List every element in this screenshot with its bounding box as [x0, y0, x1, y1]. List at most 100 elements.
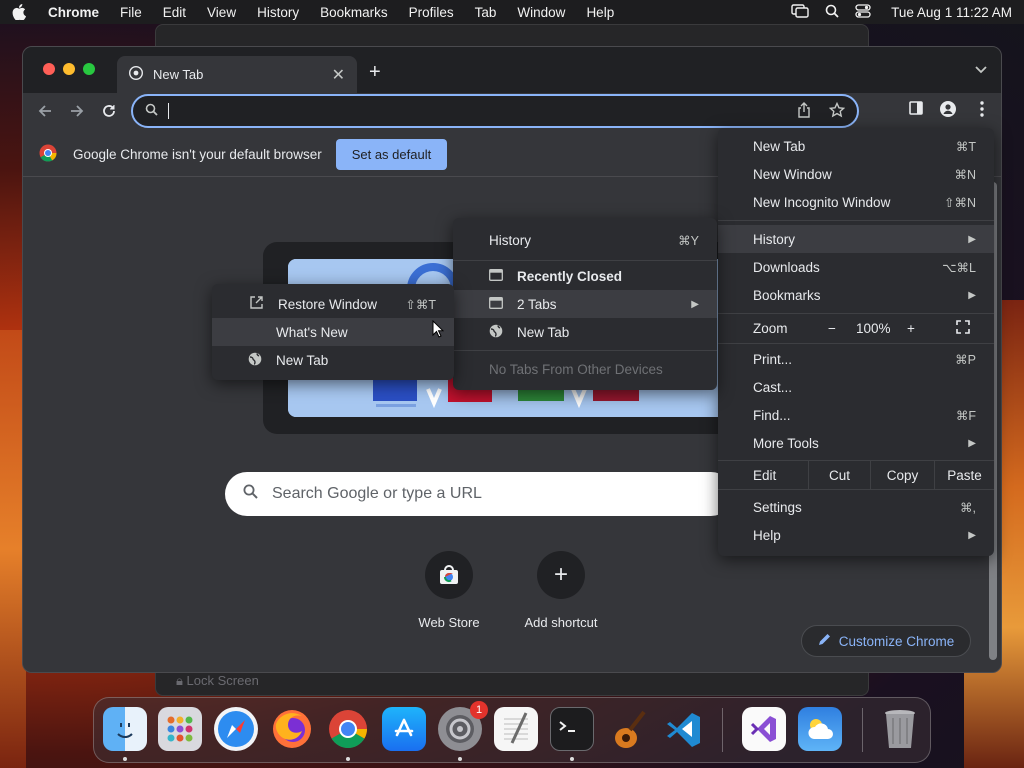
submenu-item-new-tab[interactable]: New Tab — [453, 318, 717, 346]
menu-view[interactable]: View — [207, 5, 236, 20]
submenu-arrow-icon: ▶ — [968, 529, 976, 541]
trash-icon[interactable] — [878, 707, 922, 751]
garageband-icon[interactable] — [606, 707, 650, 751]
menu-window[interactable]: Window — [517, 5, 565, 20]
weather-icon[interactable] — [798, 707, 842, 751]
menu-item-history[interactable]: History ▶ — [718, 225, 994, 253]
bookmark-star-icon[interactable] — [828, 101, 846, 121]
fullscreen-icon[interactable] — [956, 319, 970, 337]
profile-avatar-icon[interactable] — [940, 101, 956, 117]
tab-new-tab[interactable]: New Tab ✕ — [117, 56, 357, 93]
launchpad-icon[interactable] — [158, 707, 202, 751]
submenu-arrow-icon: ▶ — [691, 298, 699, 310]
shortcut-web-store[interactable]: Web Store — [399, 551, 499, 630]
menu-file[interactable]: File — [120, 5, 142, 20]
macos-menu-bar: Chrome File Edit View History Bookmarks … — [0, 0, 1024, 24]
menu-item-cast[interactable]: Cast... — [718, 373, 994, 401]
app-store-icon[interactable] — [382, 707, 426, 751]
zoom-in-button[interactable]: + — [907, 321, 915, 336]
chrome-logo-icon — [39, 144, 57, 165]
menu-edit[interactable]: Edit — [163, 5, 186, 20]
submenu-item-2-tabs[interactable]: 2 Tabs ▶ — [453, 290, 717, 318]
globe-icon — [489, 324, 503, 341]
paste-button[interactable]: Paste — [934, 461, 994, 489]
menu-separator — [453, 350, 717, 351]
spotlight-icon[interactable] — [825, 4, 839, 21]
screen-mirroring-icon[interactable] — [791, 3, 809, 21]
menu-tab[interactable]: Tab — [475, 5, 497, 20]
back-arrow-icon[interactable] — [37, 103, 53, 124]
menu-item-print[interactable]: Print... ⌘P — [718, 345, 994, 373]
menu-separator — [718, 489, 994, 490]
new-tab-plus-icon[interactable]: + — [369, 61, 381, 84]
close-window-button[interactable] — [43, 63, 55, 75]
menu-item-new-tab[interactable]: New Tab ⌘T — [718, 132, 994, 160]
zoom-window-button[interactable] — [83, 63, 95, 75]
open-in-new-icon — [250, 296, 263, 312]
ntp-search-placeholder: Search Google or type a URL — [272, 485, 482, 502]
set-as-default-button[interactable]: Set as default — [335, 139, 448, 170]
chrome-icon[interactable] — [326, 707, 370, 751]
window-controls — [43, 63, 95, 75]
address-bar[interactable] — [131, 94, 859, 128]
visual-studio-icon[interactable] — [742, 707, 786, 751]
zoom-out-button[interactable]: − — [828, 321, 836, 336]
menu-app-chrome[interactable]: Chrome — [48, 5, 99, 20]
menu-item-find[interactable]: Find... ⌘F — [718, 401, 994, 429]
menu-bookmarks[interactable]: Bookmarks — [320, 5, 388, 20]
close-tab-icon[interactable]: ✕ — [332, 65, 345, 85]
dock-divider — [722, 708, 723, 752]
finder-icon[interactable] — [103, 707, 147, 751]
apple-icon[interactable] — [12, 4, 30, 20]
menu-help[interactable]: Help — [586, 5, 614, 20]
forward-arrow-icon[interactable] — [69, 103, 85, 124]
submenu-arrow-icon: ▶ — [968, 289, 976, 301]
lock-screen-label: 🔒︎ Lock Screen — [176, 673, 259, 688]
menu-item-downloads[interactable]: Downloads ⌥⌘L — [718, 253, 994, 281]
recently-closed-heading: Recently Closed — [453, 262, 717, 290]
customize-chrome-button[interactable]: Customize Chrome — [801, 625, 971, 657]
terminal-icon[interactable] — [550, 707, 594, 751]
dock-divider — [862, 708, 863, 752]
menu-separator — [718, 343, 994, 344]
minimize-window-button[interactable] — [63, 63, 75, 75]
tab-search-chevron-icon[interactable] — [975, 62, 987, 77]
zoom-level: 100% — [856, 320, 891, 336]
submenu-item-new-tab[interactable]: New Tab — [212, 346, 454, 374]
more-vertical-icon[interactable] — [974, 101, 990, 117]
safari-icon[interactable] — [214, 707, 258, 751]
system-settings-icon[interactable]: 1 — [438, 701, 488, 751]
firefox-icon[interactable] — [270, 707, 314, 751]
copy-button[interactable]: Copy — [870, 461, 934, 489]
mouse-cursor-icon — [432, 319, 445, 341]
menu-item-new-window[interactable]: New Window ⌘N — [718, 160, 994, 188]
window-icon — [489, 296, 503, 312]
control-center-icon[interactable] — [855, 3, 871, 21]
tab-title: New Tab — [153, 67, 204, 82]
share-icon[interactable] — [797, 101, 811, 121]
submenu-item-whats-new[interactable]: What's New — [212, 318, 454, 346]
no-tabs-from-other-devices: No Tabs From Other Devices — [489, 361, 663, 377]
menu-item-help[interactable]: Help ▶ — [718, 521, 994, 549]
running-indicator — [346, 757, 350, 761]
notification-badge: 1 — [470, 701, 488, 719]
reload-icon[interactable] — [101, 103, 117, 124]
menu-profiles[interactable]: Profiles — [409, 5, 454, 20]
menu-bar-clock[interactable]: Tue Aug 1 11:22 AM — [891, 5, 1012, 20]
vscode-icon[interactable] — [662, 707, 706, 751]
textedit-icon[interactable] — [494, 707, 538, 751]
search-icon — [243, 484, 258, 504]
submenu-item-restore-window[interactable]: Restore Window ⇧⌘T — [212, 290, 454, 318]
chrome-favicon-icon — [128, 65, 144, 83]
menu-item-more-tools[interactable]: More Tools ▶ — [718, 429, 994, 457]
submenu-item-history[interactable]: History ⌘Y — [453, 226, 717, 254]
menu-history[interactable]: History — [257, 5, 299, 20]
cut-button[interactable]: Cut — [808, 461, 870, 489]
menu-item-settings[interactable]: Settings ⌘, — [718, 493, 994, 521]
ntp-search-box[interactable]: Search Google or type a URL — [225, 472, 733, 516]
shortcut-add[interactable]: + Add shortcut — [511, 551, 611, 630]
menu-item-new-incognito-window[interactable]: New Incognito Window ⇧⌘N — [718, 188, 994, 216]
infobar-message: Google Chrome isn't your default browser — [73, 147, 322, 162]
menu-item-bookmarks[interactable]: Bookmarks ▶ — [718, 281, 994, 309]
side-panel-icon[interactable] — [909, 101, 923, 115]
